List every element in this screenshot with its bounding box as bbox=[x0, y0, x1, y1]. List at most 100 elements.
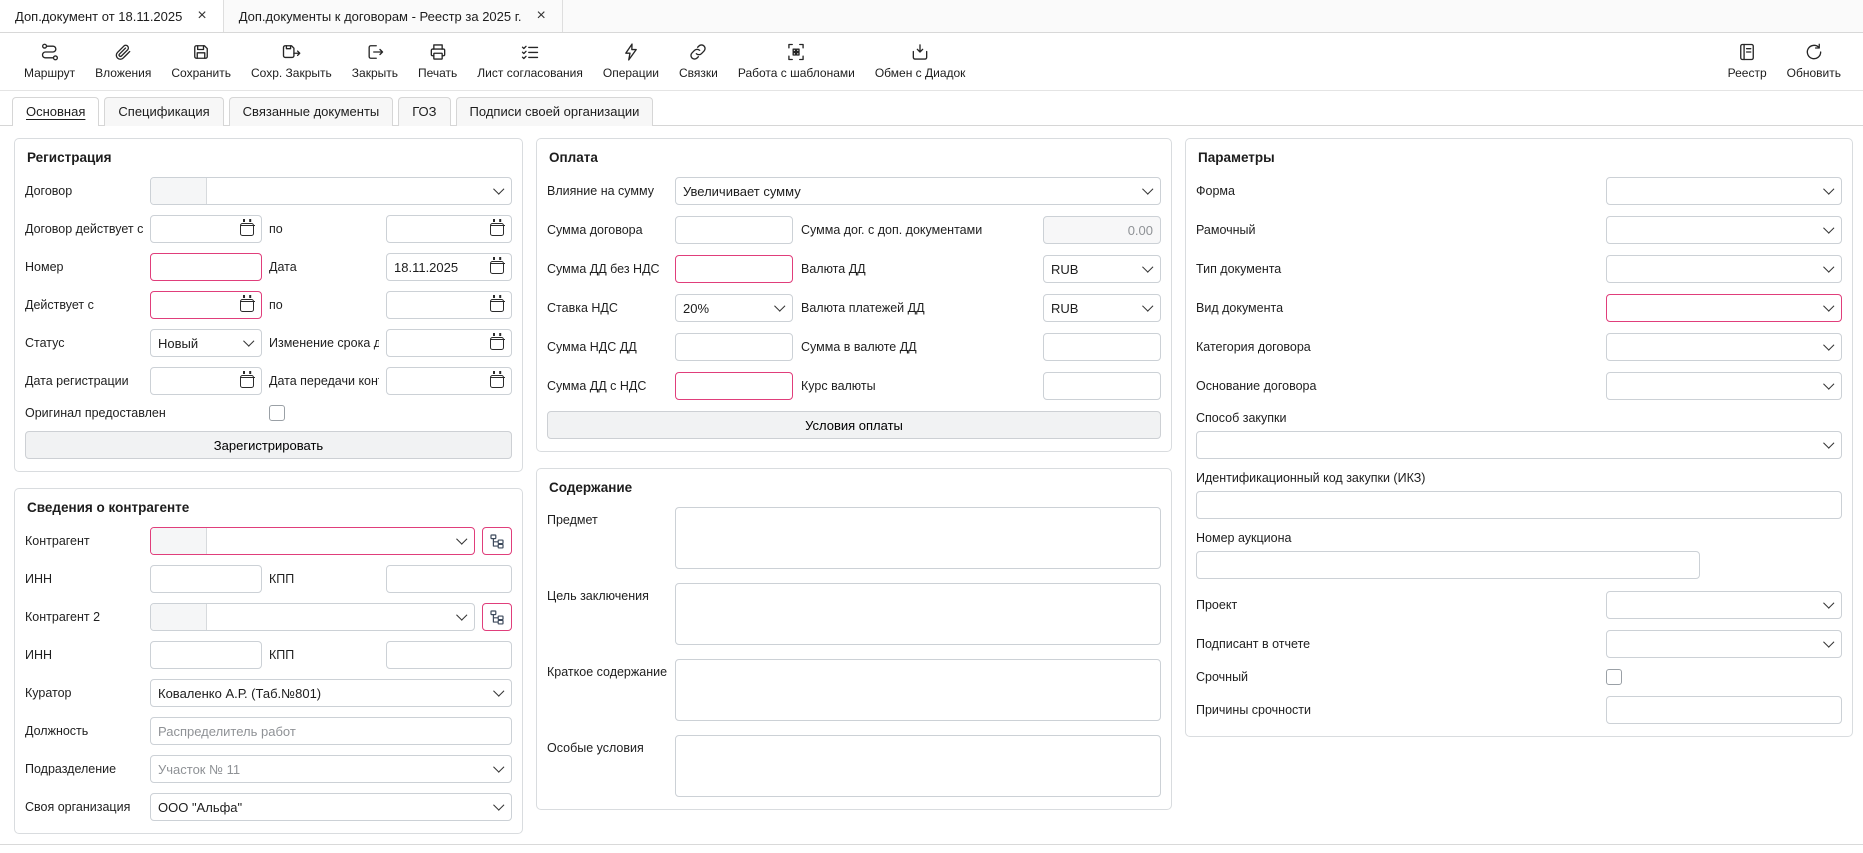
date-input[interactable] bbox=[158, 222, 234, 237]
dd-sum-no-vat-input[interactable] bbox=[675, 255, 793, 283]
goal-textarea[interactable] bbox=[675, 583, 1161, 645]
inn2-input[interactable] bbox=[150, 641, 262, 669]
inn-input[interactable] bbox=[150, 565, 262, 593]
form-combo[interactable] bbox=[1606, 177, 1842, 205]
links-button[interactable]: Связки bbox=[669, 40, 728, 82]
counterparty-combo[interactable] bbox=[150, 527, 475, 555]
contract-valid-to-date[interactable] bbox=[386, 215, 512, 243]
status-combo[interactable]: Новый bbox=[150, 329, 262, 357]
auction-number-input[interactable] bbox=[1196, 551, 1700, 579]
tab-linked-documents[interactable]: Связанные документы bbox=[229, 97, 394, 126]
report-signer-combo[interactable] bbox=[1606, 630, 1842, 658]
date-input[interactable] bbox=[394, 336, 484, 351]
calendar-icon[interactable] bbox=[490, 299, 504, 312]
number-input[interactable] bbox=[150, 253, 262, 281]
tab-main[interactable]: Основная bbox=[12, 97, 99, 126]
urgency-reasons-text-input[interactable] bbox=[1614, 703, 1834, 718]
attachments-button[interactable]: Вложения bbox=[85, 40, 161, 82]
sum-influence-combo[interactable]: Увеличивает сумму bbox=[675, 177, 1161, 205]
contract-category-combo[interactable] bbox=[1606, 333, 1842, 361]
close-button[interactable]: Закрыть bbox=[342, 40, 408, 82]
contract-basis-combo[interactable] bbox=[1606, 372, 1842, 400]
dd-sum-with-vat-text-input[interactable] bbox=[683, 379, 785, 394]
acts-from-date[interactable] bbox=[150, 291, 262, 319]
approval-sheet-button[interactable]: Лист согласования bbox=[467, 40, 593, 82]
dd-sum-no-vat-text-input[interactable] bbox=[683, 262, 785, 277]
subject-textarea[interactable] bbox=[675, 507, 1161, 569]
window-tab-registry[interactable]: Доп.документы к договорам - Реестр за 20… bbox=[224, 0, 563, 32]
special-terms-textarea[interactable] bbox=[675, 735, 1161, 797]
doc-kind-combo[interactable] bbox=[1606, 294, 1842, 322]
brief-content-textarea[interactable] bbox=[675, 659, 1161, 721]
dd-sum-with-vat-input[interactable] bbox=[675, 372, 793, 400]
counterparty-org-structure-button[interactable] bbox=[482, 527, 512, 555]
number-text-input[interactable] bbox=[158, 260, 254, 275]
calendar-icon[interactable] bbox=[490, 261, 504, 274]
currency-sum-input[interactable] bbox=[1043, 333, 1161, 361]
date-input[interactable] bbox=[394, 222, 484, 237]
operations-button[interactable]: Операции bbox=[593, 40, 669, 82]
register-button[interactable]: Зарегистрировать bbox=[25, 431, 512, 459]
urgent-checkbox[interactable] bbox=[1606, 669, 1622, 685]
counterparty2-combo[interactable] bbox=[150, 603, 475, 631]
calendar-icon[interactable] bbox=[490, 337, 504, 350]
date-input[interactable] bbox=[394, 260, 484, 275]
doc-type-combo[interactable] bbox=[1606, 255, 1842, 283]
original-provided-checkbox[interactable] bbox=[269, 405, 285, 421]
contract-combo[interactable] bbox=[150, 177, 512, 205]
urgency-reasons-input[interactable] bbox=[1606, 696, 1842, 724]
contract-sum-input[interactable] bbox=[675, 216, 793, 244]
registration-date-field[interactable] bbox=[150, 367, 262, 395]
calendar-icon[interactable] bbox=[490, 223, 504, 236]
save-button[interactable]: Сохранить bbox=[161, 40, 241, 82]
contract-valid-from-date[interactable] bbox=[150, 215, 262, 243]
vat-rate-combo[interactable]: 20% bbox=[675, 294, 793, 322]
document-date-field[interactable] bbox=[386, 253, 512, 281]
auction-number-text-input[interactable] bbox=[1204, 558, 1692, 573]
close-tab-icon[interactable]: × bbox=[196, 8, 207, 24]
kpp-text-input[interactable] bbox=[394, 572, 504, 587]
kpp2-text-input[interactable] bbox=[394, 648, 504, 663]
tab-signatures[interactable]: Подписи своей организации bbox=[456, 97, 654, 126]
route-button[interactable]: Маршрут bbox=[14, 40, 85, 82]
templates-button[interactable]: Работа с шаблонами bbox=[728, 40, 865, 82]
date-input[interactable] bbox=[394, 298, 484, 313]
date-input[interactable] bbox=[158, 374, 234, 389]
position-input[interactable] bbox=[150, 717, 512, 745]
close-tab-icon[interactable]: × bbox=[536, 8, 547, 24]
calendar-icon[interactable] bbox=[240, 375, 254, 388]
term-change-date[interactable] bbox=[386, 329, 512, 357]
own-organization-combo[interactable]: ООО "Альфа" bbox=[150, 793, 512, 821]
print-button[interactable]: Печать bbox=[408, 40, 467, 82]
currency-rate-text-input[interactable] bbox=[1051, 379, 1153, 394]
inn-text-input[interactable] bbox=[158, 572, 254, 587]
save-close-button[interactable]: Сохр. Закрыть bbox=[241, 40, 342, 82]
date-input[interactable] bbox=[158, 298, 234, 313]
transfer-date-field[interactable] bbox=[386, 367, 512, 395]
tab-goz[interactable]: ГОЗ bbox=[398, 97, 450, 126]
window-tab-document[interactable]: Доп.документ от 18.11.2025 × bbox=[0, 0, 224, 32]
payment-currency-combo[interactable]: RUB bbox=[1043, 294, 1161, 322]
ikz-input[interactable] bbox=[1196, 491, 1842, 519]
dd-currency-combo[interactable]: RUB bbox=[1043, 255, 1161, 283]
counterparty2-org-structure-button[interactable] bbox=[482, 603, 512, 631]
framework-combo[interactable] bbox=[1606, 216, 1842, 244]
payment-terms-button[interactable]: Условия оплаты bbox=[547, 411, 1161, 439]
calendar-icon[interactable] bbox=[240, 223, 254, 236]
kpp2-input[interactable] bbox=[386, 641, 512, 669]
kpp-input[interactable] bbox=[386, 565, 512, 593]
calendar-icon[interactable] bbox=[490, 375, 504, 388]
registry-button[interactable]: Реестр bbox=[1718, 40, 1777, 82]
department-combo[interactable]: Участок № 11 bbox=[150, 755, 512, 783]
inn2-text-input[interactable] bbox=[158, 648, 254, 663]
diadoc-exchange-button[interactable]: Обмен с Диадок bbox=[865, 40, 976, 82]
calendar-icon[interactable] bbox=[240, 299, 254, 312]
purchase-method-combo[interactable] bbox=[1196, 431, 1842, 459]
vat-sum-input[interactable] bbox=[675, 333, 793, 361]
ikz-text-input[interactable] bbox=[1204, 498, 1834, 513]
position-text-input[interactable] bbox=[158, 724, 504, 739]
currency-rate-input[interactable] bbox=[1043, 372, 1161, 400]
refresh-button[interactable]: Обновить bbox=[1777, 40, 1851, 82]
date-input[interactable] bbox=[394, 374, 484, 389]
project-combo[interactable] bbox=[1606, 591, 1842, 619]
